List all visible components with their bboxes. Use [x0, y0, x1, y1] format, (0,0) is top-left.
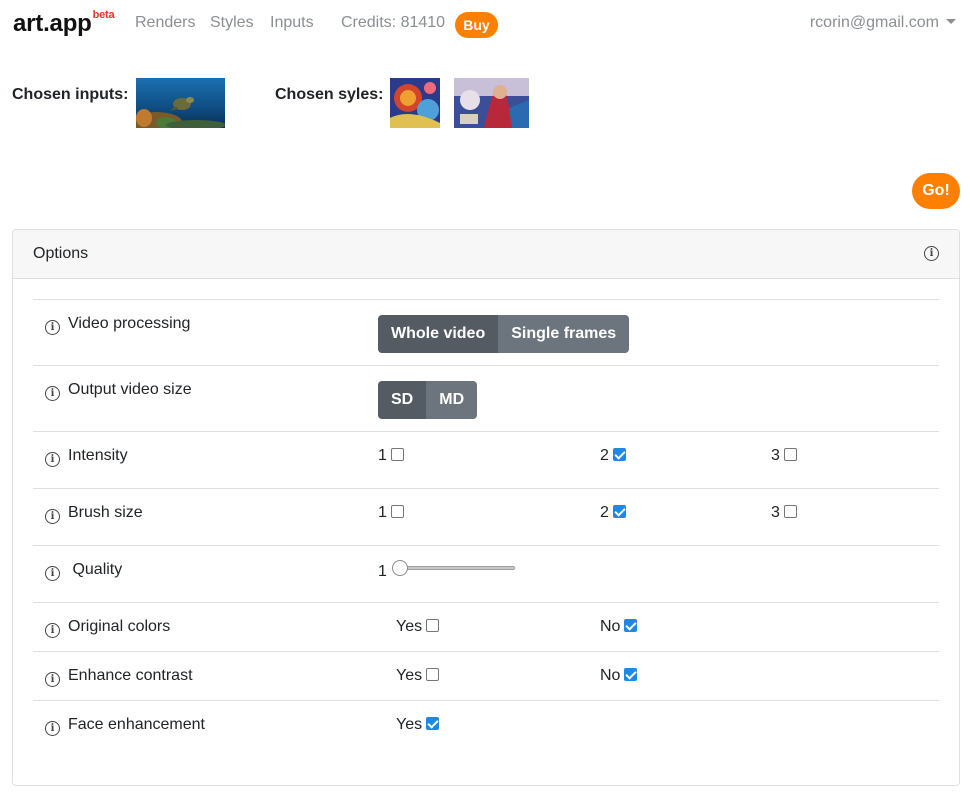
info-icon[interactable]: i	[45, 721, 60, 736]
options-card-header[interactable]: Options i	[13, 230, 959, 279]
brush-size-option-2: 2	[600, 504, 626, 522]
style-thumbnail-1[interactable]	[390, 78, 440, 128]
user-email: rcorin@gmail.com	[809, 14, 939, 31]
enhance-contrast-no: No	[600, 667, 638, 685]
original-colors-label: i Original colors	[45, 618, 170, 638]
info-icon[interactable]: i	[45, 386, 60, 401]
options-info-icon[interactable]: i	[924, 246, 939, 261]
options-card: Options i i Video processing Whole video …	[12, 229, 960, 786]
option-row-intensity: i Intensity 1 2 3	[33, 431, 939, 488]
brush-size-option-3: 3	[771, 504, 797, 522]
credits-count: Credits: 81410	[341, 14, 446, 31]
input-thumbnail-turtle[interactable]	[136, 78, 225, 128]
enhance-contrast-label: i Enhance contrast	[45, 667, 193, 687]
quality-value: 1	[378, 563, 387, 580]
nav-inputs-link[interactable]: Inputs	[270, 14, 314, 32]
output-size-toggle: SD MD	[378, 381, 478, 419]
enhance-contrast-yes: Yes	[396, 667, 440, 685]
md-button[interactable]: MD	[426, 381, 478, 419]
option-row-original-colors: i Original colors Yes No	[33, 602, 939, 651]
brush-size-label: i Brush size	[45, 504, 143, 524]
option-row-face-enhancement: i Face enhancement Yes	[33, 700, 939, 760]
video-processing-label: i Video processing	[45, 315, 190, 335]
intensity-1-checkbox[interactable]	[390, 448, 404, 461]
brush-size-1-checkbox[interactable]	[390, 505, 404, 518]
intensity-2-checkbox[interactable]	[612, 448, 626, 461]
option-row-enhance-contrast: i Enhance contrast Yes No	[33, 651, 939, 700]
user-menu-dropdown[interactable]: rcorin@gmail.com	[810, 14, 956, 32]
info-icon[interactable]: i	[45, 623, 60, 638]
go-button[interactable]: Go!	[912, 173, 960, 209]
face-enhancement-yes: Yes	[396, 716, 440, 734]
buy-button[interactable]: Buy	[455, 12, 498, 38]
chosen-styles-label: Chosen syles:	[275, 86, 384, 103]
options-title: Options	[33, 245, 89, 262]
option-row-output-size: i Output video size SD MD	[33, 365, 939, 431]
intensity-label: i Intensity	[45, 447, 128, 467]
info-icon[interactable]: i	[45, 452, 60, 467]
original-colors-no: No	[600, 618, 638, 636]
style-thumbnail-2[interactable]	[454, 78, 529, 128]
brush-size-3-checkbox[interactable]	[783, 505, 797, 518]
original-colors-no-checkbox[interactable]	[624, 619, 638, 632]
original-colors-yes-checkbox[interactable]	[426, 619, 440, 632]
info-icon[interactable]: i	[45, 320, 60, 335]
quality-slider-thumb[interactable]	[392, 560, 408, 576]
intensity-option-1: 1	[378, 447, 404, 465]
output-size-label: i Output video size	[45, 381, 192, 401]
caret-down-icon	[946, 19, 956, 24]
option-row-quality: i Quality 1	[33, 545, 939, 602]
chosen-inputs-label: Chosen inputs:	[12, 86, 129, 103]
brand-logo[interactable]: art.appbeta	[13, 9, 115, 38]
face-enhancement-label: i Face enhancement	[45, 716, 205, 736]
info-icon[interactable]: i	[45, 566, 60, 581]
option-row-video-processing: i Video processing Whole video Single fra…	[33, 299, 939, 365]
quality-slider-track[interactable]	[393, 566, 515, 570]
original-colors-yes: Yes	[396, 618, 440, 636]
info-icon[interactable]: i	[45, 672, 60, 687]
brand-name: art.app	[13, 10, 92, 37]
sd-button[interactable]: SD	[378, 381, 427, 419]
single-frames-button[interactable]: Single frames	[498, 315, 630, 353]
brush-size-2-checkbox[interactable]	[612, 505, 626, 518]
intensity-option-3: 3	[771, 447, 797, 465]
option-row-brush-size: i Brush size 1 2 3	[33, 488, 939, 545]
quality-label: i Quality	[45, 561, 122, 581]
nav-styles-link[interactable]: Styles	[210, 14, 254, 32]
video-processing-toggle: Whole video Single frames	[378, 315, 630, 353]
enhance-contrast-yes-checkbox[interactable]	[426, 668, 440, 681]
info-icon[interactable]: i	[45, 509, 60, 524]
enhance-contrast-no-checkbox[interactable]	[624, 668, 638, 681]
intensity-3-checkbox[interactable]	[783, 448, 797, 461]
top-navbar: art.appbeta Renders Styles Inputs Credit…	[0, 0, 970, 48]
nav-renders-link[interactable]: Renders	[135, 14, 195, 32]
face-enhancement-yes-checkbox[interactable]	[426, 717, 440, 730]
brush-size-option-1: 1	[378, 504, 404, 522]
intensity-option-2: 2	[600, 447, 626, 465]
whole-video-button[interactable]: Whole video	[378, 315, 499, 353]
beta-badge: beta	[92, 9, 115, 21]
